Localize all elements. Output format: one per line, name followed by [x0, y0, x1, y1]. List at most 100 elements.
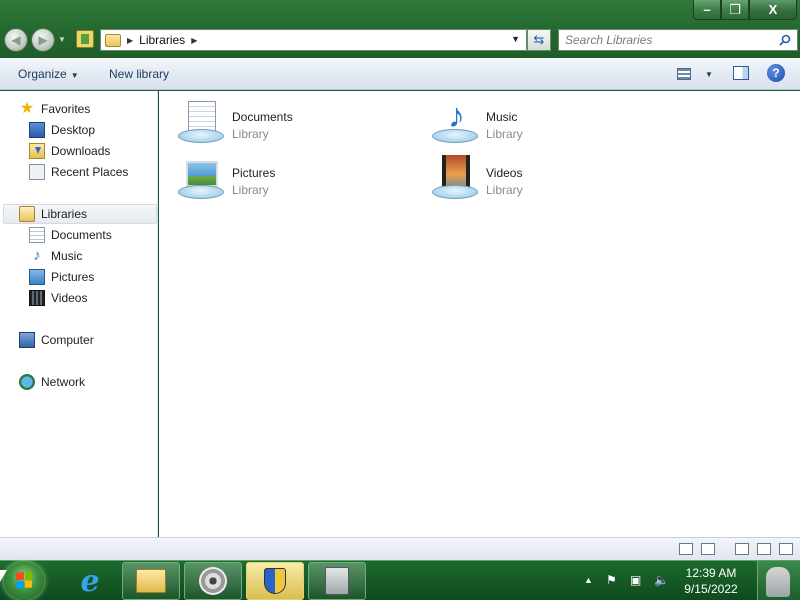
nav-videos[interactable]: Videos: [29, 288, 87, 308]
search-box[interactable]: [558, 29, 798, 51]
search-icon[interactable]: [779, 34, 791, 46]
network-icon: [19, 374, 35, 390]
status-bar: [0, 537, 800, 560]
recent-pages-dropdown[interactable]: ▼: [58, 35, 66, 44]
address-bar[interactable]: ▶ Libraries ▶ ▼: [100, 29, 527, 51]
new-library-button[interactable]: New library: [109, 67, 169, 81]
taskbar-security-shield[interactable]: [246, 562, 304, 600]
window-title-area: – ❐ X ◀ ▶ ▼ ▶ Libraries ▶ ▼ ⇆: [0, 0, 800, 58]
forward-arrow-icon: ▶: [38, 33, 48, 47]
windows-explorer-icon: [136, 569, 166, 593]
nav-documents-label: Documents: [51, 228, 112, 242]
nav-network[interactable]: Network: [19, 372, 85, 392]
navigation-pane: ★ Favorites Desktop Downloads Recent Pla…: [0, 91, 158, 537]
library-item-music[interactable]: ♪ Music Library: [430, 97, 630, 145]
layout-preview-pane-icon[interactable]: [757, 543, 771, 555]
help-icon[interactable]: ?: [767, 64, 785, 82]
nav-libraries-label: Libraries: [41, 207, 88, 221]
system-clock[interactable]: 12:39 AM 9/15/2022: [678, 565, 744, 597]
nav-documents[interactable]: Documents: [29, 225, 112, 245]
taskbar-media-disc[interactable]: [184, 562, 242, 600]
volume-muted-icon[interactable]: 🔈: [654, 573, 669, 587]
nav-music[interactable]: ♪ Music: [29, 246, 82, 266]
large-icons-view-icon[interactable]: [701, 543, 715, 555]
nav-desktop[interactable]: Desktop: [29, 120, 95, 140]
show-desktop-button[interactable]: [757, 561, 800, 600]
breadcrumb-arrow-icon[interactable]: ▶: [127, 36, 133, 45]
nav-downloads[interactable]: Downloads: [29, 141, 110, 161]
library-item-pictures[interactable]: Pictures Library: [176, 153, 376, 201]
computer-icon: [19, 332, 35, 348]
media-disc-icon: [199, 567, 227, 595]
taskbar-windows-explorer[interactable]: [122, 562, 180, 600]
preview-pane-icon[interactable]: [733, 66, 749, 80]
command-bar: Organize ▼ New library ▼ ?: [0, 58, 800, 90]
library-item-videos[interactable]: Videos Library: [430, 153, 630, 201]
pictures-icon: [29, 269, 45, 285]
nav-videos-label: Videos: [51, 291, 88, 305]
layout-details-pane-icon[interactable]: [779, 543, 793, 555]
start-button[interactable]: [4, 562, 44, 600]
music-library-icon: ♪: [430, 97, 480, 145]
network-tray-icon[interactable]: ▣: [630, 573, 641, 587]
library-content-pane: Documents Library ♪ Music Library Pictur…: [159, 91, 800, 537]
refresh-icon: ⇆: [533, 32, 545, 47]
search-input[interactable]: [559, 30, 769, 50]
music-note-icon: ♪: [33, 247, 41, 264]
details-view-icon[interactable]: [679, 543, 693, 555]
close-button[interactable]: X: [749, 0, 797, 20]
breadcrumb-libraries[interactable]: Libraries: [139, 33, 185, 47]
libraries-icon: [19, 206, 35, 222]
star-icon: ★: [19, 100, 35, 117]
clock-time: 12:39 AM: [685, 566, 737, 580]
minimize-button[interactable]: –: [693, 0, 721, 20]
documents-icon: [29, 227, 45, 243]
downloads-icon: [29, 143, 45, 159]
nav-favorites[interactable]: ★ Favorites: [19, 99, 91, 119]
library-name: Videos: [486, 166, 523, 180]
library-item-documents[interactable]: Documents Library: [176, 97, 376, 145]
documents-library-icon: [176, 97, 226, 145]
change-view-button[interactable]: ▼: [677, 66, 713, 82]
breadcrumb-arrow-icon[interactable]: ▶: [191, 36, 197, 45]
nav-desktop-label: Desktop: [51, 123, 96, 137]
forward-button[interactable]: ▶: [31, 28, 55, 52]
chevron-down-icon: ▼: [70, 71, 79, 80]
library-kind: Library: [486, 183, 523, 197]
address-dropdown-icon[interactable]: ▼: [511, 34, 520, 44]
layout-single-pane-icon[interactable]: [735, 543, 749, 555]
pictures-library-icon: [176, 153, 226, 201]
library-kind: Library: [486, 127, 523, 141]
library-name: Documents: [232, 110, 293, 124]
nav-pictures[interactable]: Pictures: [29, 267, 94, 287]
show-hidden-icons-icon[interactable]: ▲: [584, 575, 593, 585]
library-kind: Library: [232, 127, 269, 141]
nav-computer-label: Computer: [41, 333, 94, 347]
nav-computer[interactable]: Computer: [19, 330, 94, 350]
nav-downloads-label: Downloads: [51, 144, 111, 158]
desktop-icon: [29, 122, 45, 138]
maximize-button[interactable]: ❐: [721, 0, 749, 20]
nav-libraries[interactable]: Libraries: [3, 204, 157, 224]
libraries-folder-icon: [105, 33, 121, 47]
chevron-down-icon[interactable]: ▼: [705, 70, 713, 79]
videos-library-icon: [430, 153, 480, 201]
security-shield-icon: [264, 568, 286, 594]
nav-network-label: Network: [41, 375, 86, 389]
taskbar-internet-explorer[interactable]: e: [61, 562, 119, 600]
library-kind: Library: [232, 183, 269, 197]
up-folder-icon[interactable]: [76, 30, 94, 48]
action-center-flag-icon[interactable]: ⚑: [606, 573, 617, 587]
nav-music-label: Music: [51, 249, 83, 263]
organize-button[interactable]: Organize ▼: [18, 67, 79, 81]
nav-recent-places[interactable]: Recent Places: [29, 162, 128, 182]
taskbar: e ▲ ⚑ ▣ 🔈 12:39 AM 9/15/2022: [0, 560, 800, 600]
internet-explorer-icon: e: [80, 563, 100, 599]
nav-favorites-label: Favorites: [41, 102, 91, 116]
taskbar-installer[interactable]: [308, 562, 366, 600]
refresh-button[interactable]: ⇆: [527, 29, 551, 51]
clock-date: 9/15/2022: [684, 582, 738, 596]
back-button[interactable]: ◀: [4, 28, 28, 52]
nav-recent-places-label: Recent Places: [51, 165, 129, 179]
details-view-icon: [677, 68, 691, 80]
